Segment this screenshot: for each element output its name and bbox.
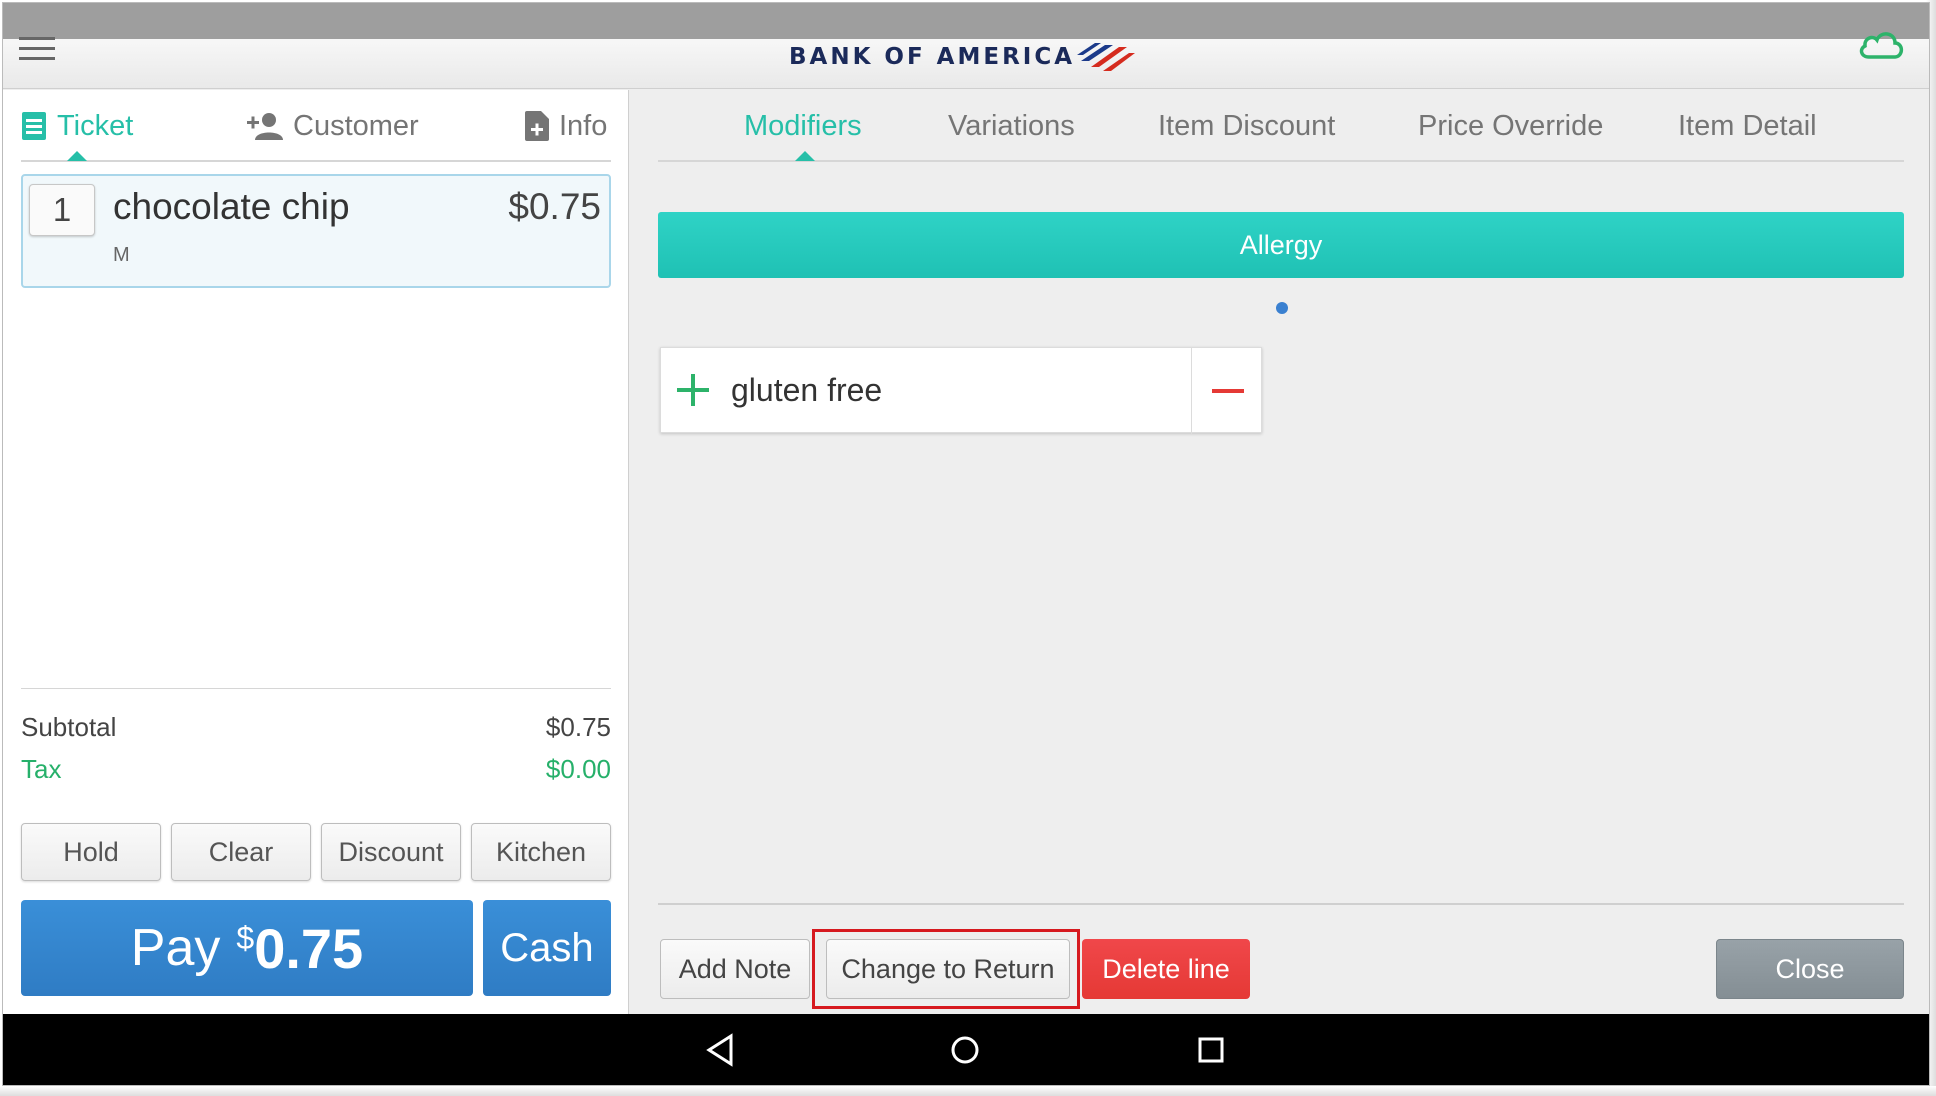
hamburger-menu-icon[interactable]	[17, 29, 57, 69]
tab-customer[interactable]: Customer	[247, 106, 419, 146]
screenshot-frame: BANK OF AMERICA Ticket Customer Info 1 c…	[0, 0, 1936, 1096]
back-icon[interactable]	[703, 1032, 739, 1068]
footer-divider	[658, 903, 1904, 905]
brand-logo: BANK OF AMERICA	[789, 37, 1137, 77]
discount-button[interactable]: Discount	[321, 823, 461, 881]
add-note-button[interactable]: Add Note	[660, 939, 810, 999]
status-bar	[3, 3, 1929, 39]
line-quantity[interactable]: 1	[29, 184, 95, 236]
ticket-icon	[22, 112, 46, 140]
pay-amount: 0.75	[254, 916, 364, 980]
kitchen-button[interactable]: Kitchen	[471, 823, 611, 881]
ticket-line-item[interactable]: 1 chocolate chip $0.75 M	[21, 174, 611, 288]
clear-button[interactable]: Clear	[171, 823, 311, 881]
tab-divider	[658, 160, 1904, 162]
android-nav-bar	[3, 1014, 1929, 1085]
tab-info-label: Info	[559, 109, 608, 142]
active-tab-indicator	[67, 151, 87, 161]
hold-button[interactable]: Hold	[21, 823, 161, 881]
modifier-group-allergy[interactable]: Allergy	[658, 212, 1904, 278]
ticket-panel: Ticket Customer Info 1 chocolate chip $0…	[3, 90, 629, 1014]
subtotal-value: $0.75	[545, 712, 611, 742]
cloud-sync-icon[interactable]	[1855, 25, 1907, 65]
frame-shadow-bottom	[0, 1086, 1936, 1096]
tab-divider	[21, 160, 611, 162]
tax-label: Tax	[21, 754, 62, 784]
tab-info[interactable]: Info	[525, 106, 607, 146]
active-tab-indicator	[795, 151, 815, 161]
tab-variations[interactable]: Variations	[948, 106, 1075, 146]
app-bar: BANK OF AMERICA	[3, 32, 1929, 89]
cash-button[interactable]: Cash	[483, 900, 611, 996]
modifier-item: gluten free	[660, 347, 1262, 434]
totals-divider	[21, 688, 611, 689]
line-item-price: $0.75	[508, 186, 601, 227]
pay-currency: $	[236, 920, 255, 956]
tab-modifiers[interactable]: Modifiers	[744, 106, 862, 146]
home-icon[interactable]	[947, 1032, 983, 1068]
subtotal-row: Subtotal $0.75	[21, 712, 611, 743]
tab-customer-label: Customer	[293, 109, 419, 142]
item-editor-panel: Modifiers Variations Item Discount Price…	[630, 90, 1929, 1014]
add-person-icon	[247, 113, 283, 140]
plus-icon[interactable]	[673, 370, 713, 410]
close-button[interactable]: Close	[1716, 939, 1904, 999]
tab-item-detail[interactable]: Item Detail	[1678, 106, 1817, 146]
pay-button[interactable]: Pay $ 0.75	[21, 900, 473, 996]
recent-apps-icon[interactable]	[1193, 1032, 1229, 1068]
modifier-name: gluten free	[731, 372, 883, 408]
line-item-modifier: M	[113, 244, 130, 266]
device-screen: BANK OF AMERICA Ticket Customer Info 1 c…	[2, 2, 1930, 1086]
document-plus-icon	[525, 111, 549, 141]
tab-ticket[interactable]: Ticket	[21, 106, 133, 146]
tax-value: $0.00	[545, 754, 611, 784]
minus-icon[interactable]	[1191, 348, 1261, 434]
line-item-name: chocolate chip	[113, 186, 350, 227]
brand-name: BANK OF AMERICA	[789, 44, 1076, 70]
tax-row: Tax $0.00	[21, 754, 611, 785]
page-indicator-dot	[1276, 302, 1288, 314]
tab-ticket-label: Ticket	[57, 109, 134, 142]
pay-label: Pay	[130, 919, 221, 977]
delete-line-button[interactable]: Delete line	[1082, 939, 1250, 999]
change-to-return-button[interactable]: Change to Return	[826, 939, 1070, 999]
flag-stripes-icon	[1077, 43, 1136, 71]
tab-item-discount[interactable]: Item Discount	[1158, 106, 1335, 146]
tab-price-override[interactable]: Price Override	[1418, 106, 1603, 146]
subtotal-label: Subtotal	[21, 712, 117, 742]
